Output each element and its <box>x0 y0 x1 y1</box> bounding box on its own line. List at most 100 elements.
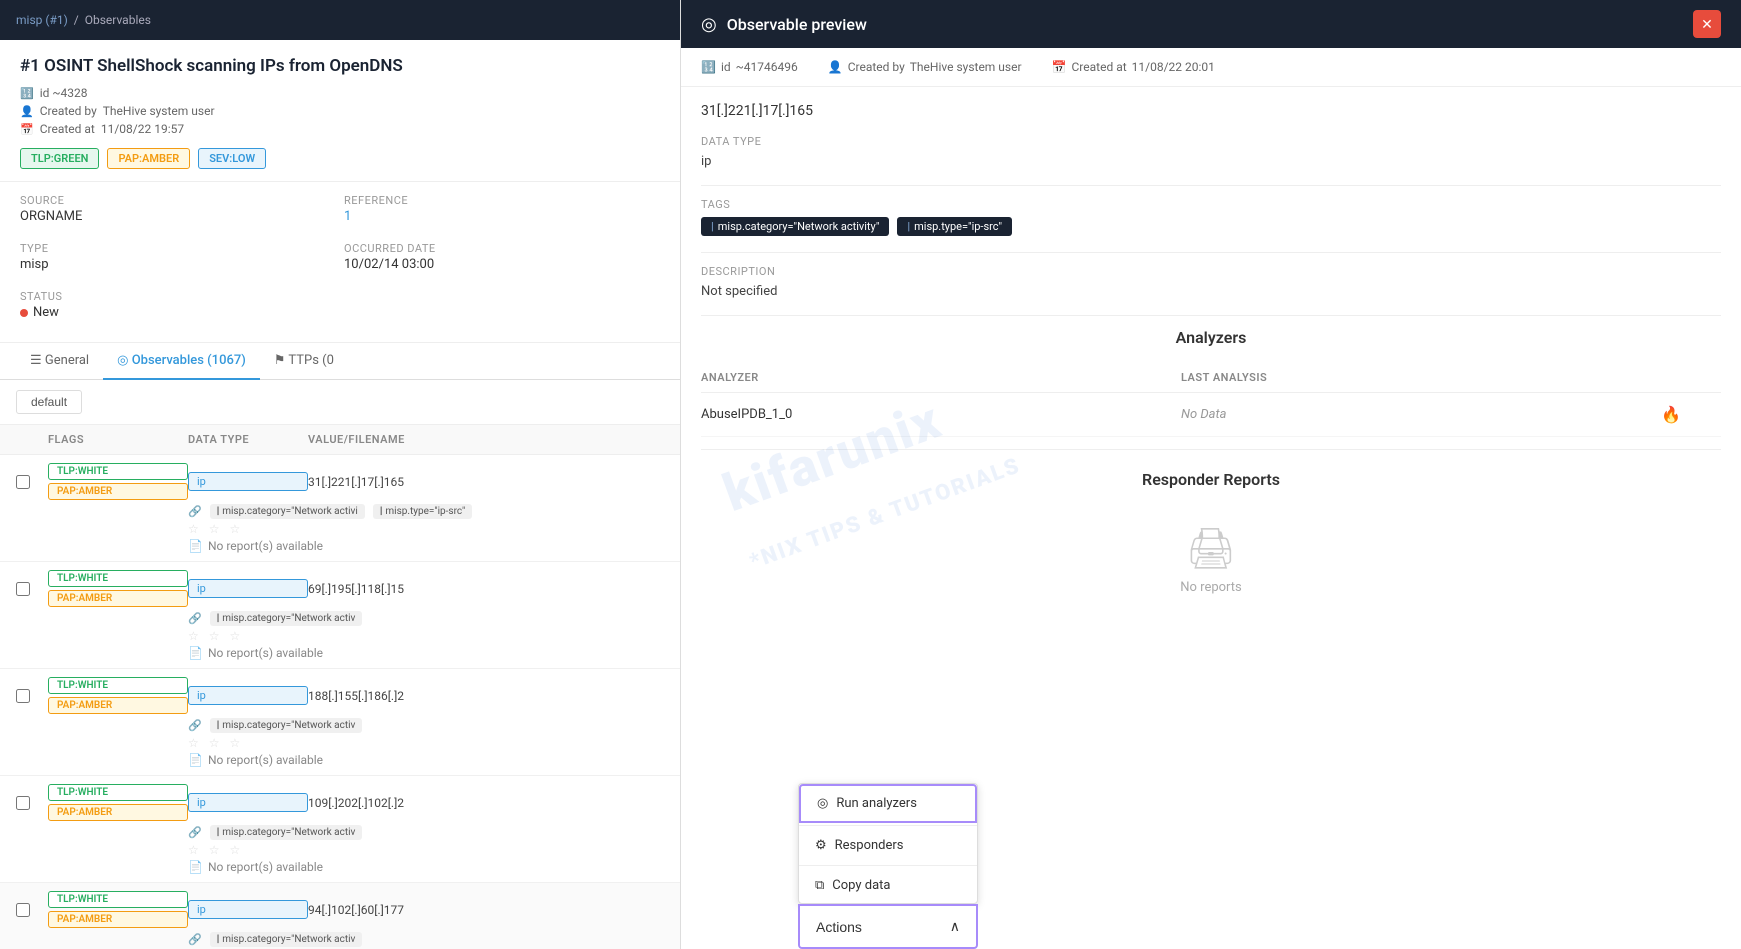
analyzers-table-header: ANALYZER LAST ANALYSIS <box>701 363 1721 393</box>
breadcrumb-home[interactable]: misp (#1) <box>16 13 68 27</box>
pap-badge: PAP:AMBER <box>48 483 188 500</box>
tab-ttps-label: TTPs (0 <box>288 353 334 368</box>
modal-tag-0: misp.category="Network activity" <box>701 217 889 236</box>
no-reports-text: No report(s) available <box>208 753 323 767</box>
run-analyzers-item[interactable]: ◎ Run analyzers <box>799 784 977 823</box>
star-icon3[interactable]: ☆ <box>230 843 241 857</box>
actions-container: ◎ Run analyzers ⚙ Responders ⧉ Copy data… <box>798 783 978 949</box>
star-icon2[interactable]: ☆ <box>209 522 220 536</box>
run-analyzers-label: Run analyzers <box>836 796 917 811</box>
misp-tag: misp.category="Network activ <box>210 718 363 733</box>
list-item: TLP:WHITE PAP:AMBER ip 109[.]202[.]102[.… <box>0 776 680 883</box>
divider2 <box>701 252 1721 253</box>
case-header: #1 OSINT ShellShock scanning IPs from Op… <box>0 40 680 182</box>
divider4 <box>701 449 1721 450</box>
actions-button[interactable]: Actions ∧ <box>798 904 978 949</box>
tlp-badge: TLP:WHITE <box>48 891 188 908</box>
tab-general[interactable]: ☰ General <box>16 343 103 380</box>
responders-item[interactable]: ⚙ Responders <box>799 828 977 863</box>
source-label: Source <box>20 194 336 207</box>
occurred-label: Occurred date <box>344 242 660 255</box>
obs-checkbox[interactable] <box>16 903 30 917</box>
datatype-label: Data type <box>701 135 1721 148</box>
no-reports-text: No report(s) available <box>208 860 323 874</box>
run-analyzer-icon[interactable]: 🔥 <box>1661 405 1721 424</box>
star-icon[interactable]: ☆ <box>188 522 199 536</box>
star-icon[interactable]: ☆ <box>188 843 199 857</box>
link-icon: 🔗 <box>188 612 202 625</box>
analyzer-run-header <box>1661 371 1721 384</box>
modal-id-value: ~41746496 <box>736 60 798 74</box>
analyzer-last: No Data <box>1181 407 1661 422</box>
pap-badge: PAP:AMBER <box>48 911 188 928</box>
tlp-badge: TLP:WHITE <box>48 677 188 694</box>
case-created-at-row: 📅 Created at 11/08/22 19:57 <box>20 122 660 136</box>
case-created-by-row: 👤 Created by TheHive system user <box>20 104 660 118</box>
case-created-at: 11/08/22 19:57 <box>101 122 184 136</box>
case-tags: TLP:GREEN PAP:AMBER SEV:LOW <box>20 148 660 169</box>
star-icon3[interactable]: ☆ <box>230 736 241 750</box>
tlp-badge: TLP:WHITE <box>48 570 188 587</box>
reference-row: Reference 1 <box>344 194 660 224</box>
misp-tag: misp.category="Network activ <box>210 611 363 626</box>
responder-section: Responder Reports 🖨 No reports <box>701 470 1721 615</box>
case-id: id ~4328 <box>40 86 88 100</box>
filter-default-button[interactable]: default <box>16 390 82 414</box>
chevron-up-icon: ∧ <box>950 918 960 935</box>
obs-checkbox[interactable] <box>16 689 30 703</box>
doc-icon: 📄 <box>188 646 203 660</box>
calendar-meta-icon: 📅 <box>1052 60 1067 74</box>
type-label: Type <box>20 242 336 255</box>
tag-tlp-green: TLP:GREEN <box>20 148 99 169</box>
modal-created-at-item: 📅 Created at 11/08/22 20:01 <box>1052 60 1215 74</box>
obs-checkbox[interactable] <box>16 582 30 596</box>
pap-badge: PAP:AMBER <box>48 804 188 821</box>
dropdown-menu: ◎ Run analyzers ⚙ Responders ⧉ Copy data <box>798 783 978 904</box>
modal-created-by-item: 👤 Created by TheHive system user <box>828 60 1022 74</box>
star-icon2[interactable]: ☆ <box>209 629 220 643</box>
tab-general-label: General <box>45 353 89 368</box>
occurred-value: 10/02/14 03:00 <box>344 257 660 272</box>
datatype-badge: ip <box>188 793 308 812</box>
tab-observables[interactable]: ◎ Observables (1067) <box>103 343 260 380</box>
copy-icon: ⧉ <box>815 878 824 893</box>
case-meta: 🔢 id ~4328 👤 Created by TheHive system u… <box>20 86 660 136</box>
star-icon2[interactable]: ☆ <box>209 843 220 857</box>
tag-pap-amber: PAP:AMBER <box>107 148 190 169</box>
status-label: Status <box>20 290 336 303</box>
modal-id-label: id <box>721 60 731 74</box>
pap-badge: PAP:AMBER <box>48 590 188 607</box>
status-value: New <box>33 305 59 320</box>
star-icon3[interactable]: ☆ <box>230 629 241 643</box>
tab-ttps[interactable]: ⚑ TTPs (0 <box>260 343 348 380</box>
occurred-row: Occurred date 10/02/14 03:00 <box>344 242 660 272</box>
modal-header: ◎ Observable preview ✕ <box>681 0 1741 48</box>
tlp-badge: TLP:WHITE <box>48 784 188 801</box>
star-icon3[interactable]: ☆ <box>230 522 241 536</box>
case-created-by: TheHive system user <box>103 104 215 118</box>
breadcrumb: misp (#1) / Observables <box>0 0 680 40</box>
obs-checkbox[interactable] <box>16 475 30 489</box>
modal-title-text: Observable preview <box>727 15 867 34</box>
pap-badge: PAP:AMBER <box>48 697 188 714</box>
list-item-active: TLP:WHITE PAP:AMBER ip 94[.]102[.]60[.]1… <box>0 883 680 949</box>
type-value: misp <box>20 257 336 272</box>
star-icon2[interactable]: ☆ <box>209 736 220 750</box>
responder-title: Responder Reports <box>701 470 1721 489</box>
obs-checkbox[interactable] <box>16 796 30 810</box>
modal-tag-1: misp.type="ip-src" <box>897 217 1012 236</box>
reference-label: Reference <box>344 194 660 207</box>
description-value: Not specified <box>701 284 1721 299</box>
analyzer-name: AbuseIPDB_1_0 <box>701 407 1181 422</box>
star-icon[interactable]: ☆ <box>188 629 199 643</box>
reference-value[interactable]: 1 <box>344 209 351 224</box>
close-button[interactable]: ✕ <box>1693 10 1721 38</box>
tlp-badge: TLP:WHITE <box>48 463 188 480</box>
obs-value: 94[.]102[.]60[.]177 <box>308 903 664 917</box>
star-icon[interactable]: ☆ <box>188 736 199 750</box>
tab-ttps-icon: ⚑ <box>274 353 286 368</box>
case-id-row: 🔢 id ~4328 <box>20 86 660 100</box>
tab-observables-icon: ◎ <box>117 353 128 368</box>
copy-data-item[interactable]: ⧉ Copy data <box>799 868 977 903</box>
tags-label: Tags <box>701 198 1721 211</box>
